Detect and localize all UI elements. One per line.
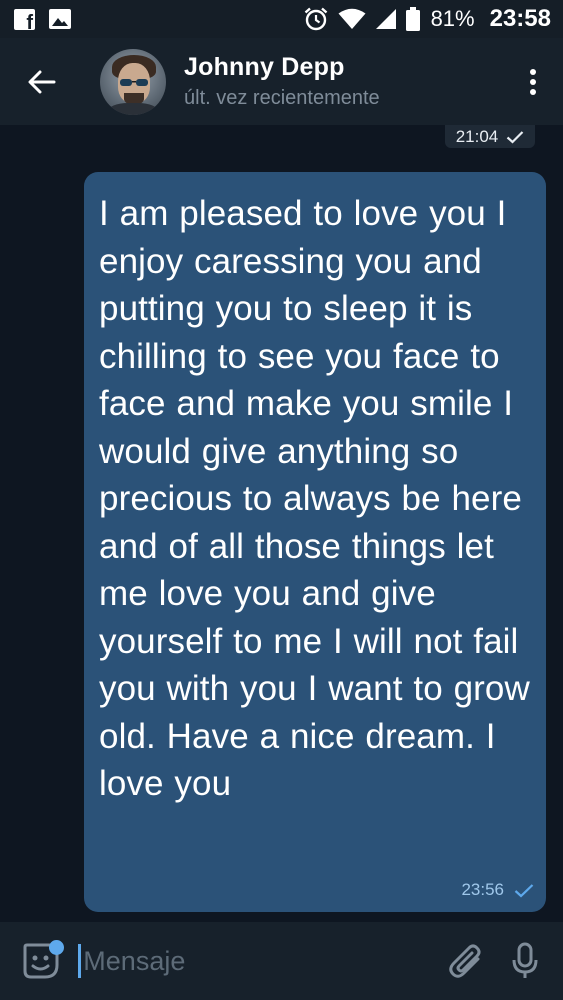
message-bubble[interactable]: I am pleased to love you I enjoy caressi…: [84, 172, 546, 912]
message-time: 23:56: [461, 880, 504, 899]
back-arrow-icon: [28, 70, 56, 93]
input-bar: [0, 922, 563, 1000]
attach-icon: [449, 944, 481, 978]
previous-message-time: 21:04: [455, 126, 499, 146]
battery-icon: [405, 7, 420, 31]
screen: f 81% 23:58 Johnny Depp últ. vez recient…: [0, 0, 563, 1000]
signal-icon: [375, 9, 396, 29]
chat-area[interactable]: 21:04 I am pleased to love you I enjoy c…: [0, 125, 563, 922]
battery-percent: 81%: [430, 6, 475, 31]
attach-button[interactable]: [437, 922, 494, 1000]
contact-title[interactable]: Johnny Depp últ. vez recientemente: [184, 53, 380, 110]
message-meta: 23:56: [461, 880, 534, 900]
message-input[interactable]: [83, 941, 438, 981]
more-options-button[interactable]: [503, 38, 563, 125]
facebook-icon: f: [14, 8, 35, 30]
status-left: f: [14, 8, 71, 30]
mic-icon: [512, 942, 538, 978]
back-button[interactable]: [0, 38, 84, 125]
status-right: 81% 23:58: [303, 5, 551, 33]
avatar[interactable]: [100, 48, 166, 115]
last-seen-status: últ. vez recientemente: [184, 87, 380, 109]
voice-button[interactable]: [494, 922, 555, 1000]
chat-header: Johnny Depp últ. vez recientemente: [0, 38, 563, 125]
more-vert-icon: [530, 68, 536, 95]
status-time: 23:58: [489, 5, 551, 32]
notification-dot: [49, 940, 64, 955]
check-icon: [514, 883, 534, 898]
gallery-icon: [49, 9, 71, 29]
alarm-icon: [304, 7, 327, 31]
previous-message-meta: 21:04: [445, 125, 535, 148]
contact-name: Johnny Depp: [184, 53, 345, 81]
text-cursor: [78, 944, 82, 978]
check-icon: [507, 130, 524, 144]
sticker-button[interactable]: [8, 922, 74, 1000]
status-bar: f 81% 23:58: [0, 0, 563, 38]
message-text: I am pleased to love you I enjoy caressi…: [99, 194, 530, 803]
wifi-icon: [338, 8, 366, 29]
